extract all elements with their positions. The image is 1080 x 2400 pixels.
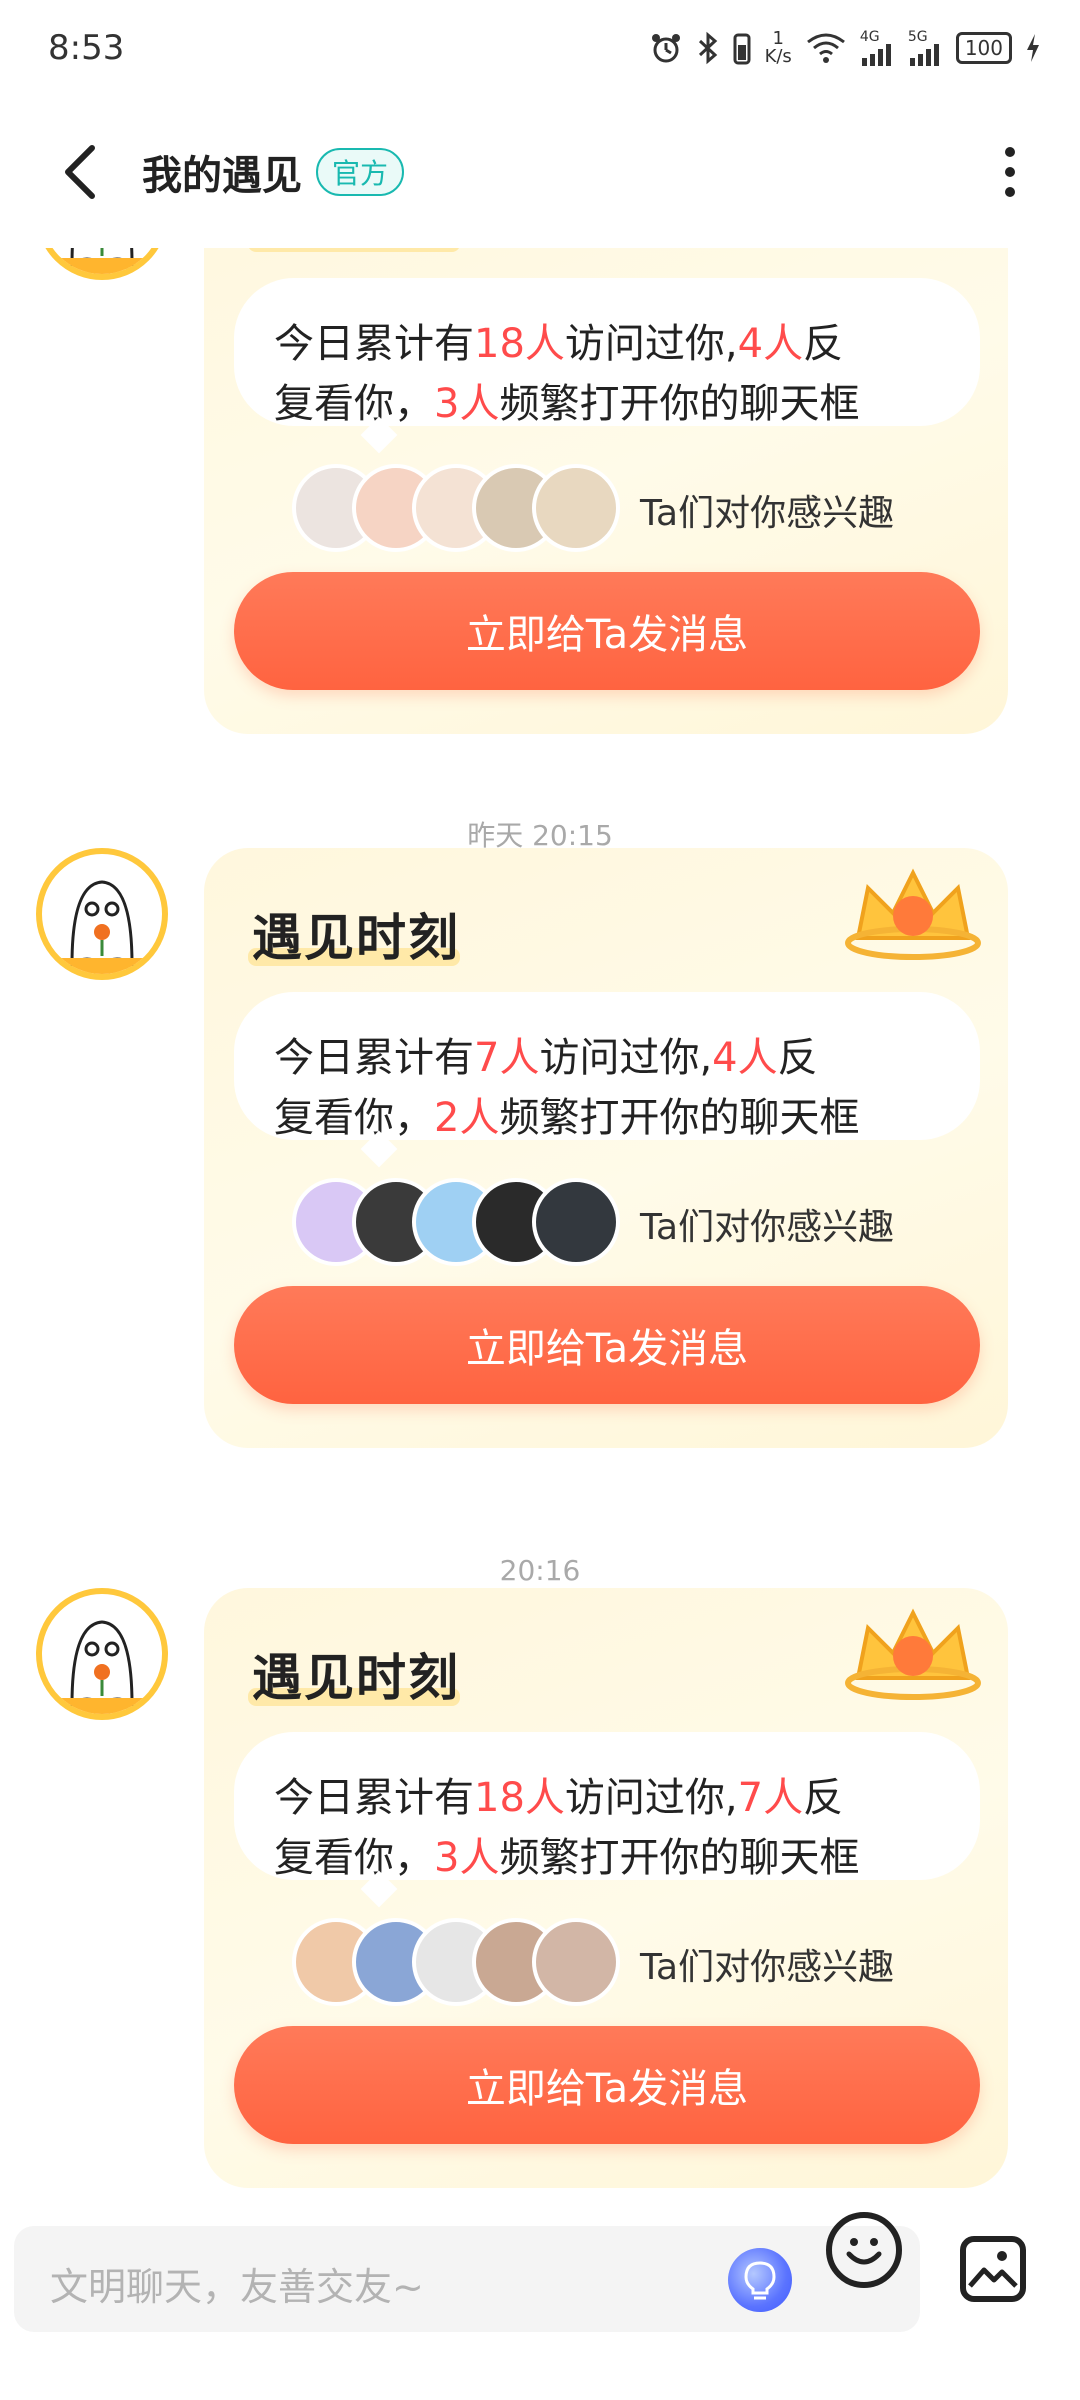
visitor-avatars[interactable] [292,1178,620,1268]
stats-text: 复看你， [274,381,434,427]
phone-battery-icon [733,28,751,68]
message-timestamp: 20:16 [499,1554,581,1587]
stats-text: 访问过你, [564,321,738,367]
smiley-icon [846,2238,882,2265]
stats-text: 今日累计有 [274,1775,474,1821]
visitor-avatars[interactable] [292,464,620,554]
status-time: 8:53 [48,28,125,68]
stats-line-1: 今日累计有18人访问过你,4人反 [274,314,946,374]
frequent-open-count: 3人 [434,1835,500,1881]
chat-header: 我的遇见 官方 [0,96,1080,248]
official-badge: 官方 [316,148,405,196]
ghost-mascot-icon [42,880,162,974]
visitor-avatar [532,464,620,552]
image-button[interactable] [960,2236,1026,2302]
chat-list[interactable]: 遇见时刻 今日累计有18人访问过你,4人反 复看你，3人频繁打开你的聊天框 Ta… [0,248,1080,2198]
stats-text: 频繁打开你的聊天框 [499,1835,860,1881]
wifi-icon [806,28,846,68]
send-message-button[interactable]: 立即给Ta发消息 [234,1286,980,1404]
visitor-count: 18人 [474,1775,565,1821]
interest-text: Ta们对你感兴趣 [640,1947,895,1988]
stats-text: 反 [777,1035,818,1081]
sender-avatar[interactable] [36,248,168,280]
visitor-avatar [532,1918,620,2006]
status-bar: 8:53 1 K/s 4G 5G 100 [0,0,1080,96]
visitor-avatars[interactable] [292,1918,620,2008]
alarm-icon [649,28,683,68]
crown-coin-icon [838,248,988,254]
back-button[interactable] [30,122,130,222]
stats-line-1: 今日累计有18人访问过你,7人反 [274,1768,946,1828]
stats-text: 频繁打开你的聊天框 [499,381,860,427]
stats-bubble: 今日累计有18人访问过你,7人反 复看你，3人频繁打开你的聊天框 [234,1732,980,1881]
sender-avatar[interactable] [36,848,168,980]
page-title: 我的遇见 [142,153,302,199]
card-title: 遇见时刻 [252,248,460,256]
battery-indicator: 100 [955,32,1012,64]
stats-text: 反 [803,1775,844,1821]
ghost-mascot-icon [42,248,162,274]
stats-bubble: 今日累计有18人访问过你,4人反 复看你，3人频繁打开你的聊天框 [234,278,980,427]
card-title: 遇见时刻 [252,909,460,967]
speed-unit: K/s [764,46,792,67]
lightbulb-ai-icon [744,2261,776,2300]
visitor-avatar [532,1178,620,1266]
signal-5g-icon: 5G [908,28,942,68]
interest-text: Ta们对你感兴趣 [640,493,895,534]
frequent-open-count: 2人 [434,1095,500,1141]
crown-coin-icon [845,868,981,960]
status-icons: 1 K/s 4G 5G 100 [649,28,1040,68]
encounter-card: 遇见时刻 今日累计有18人访问过你,4人反 复看你，3人频繁打开你的聊天框 Ta… [204,248,1008,734]
network-speed: 1 K/s [765,30,792,66]
repeat-view-count: 7人 [737,1775,804,1821]
message-input[interactable]: 文明聊天，友善交友~ [14,2226,920,2332]
image-icon [968,2251,1018,2288]
stats-text: 复看你， [274,1835,434,1881]
stats-line-1: 今日累计有7人访问过你,4人反 [274,1028,946,1088]
interest-text: Ta们对你感兴趣 [640,1207,895,1248]
bluetooth-icon [697,28,719,68]
stats-text: 今日累计有 [274,321,474,367]
send-message-button[interactable]: 立即给Ta发消息 [234,572,980,690]
card-title: 遇见时刻 [252,1649,460,1707]
sender-avatar[interactable] [36,1588,168,1720]
ai-assistant-button[interactable] [728,2248,792,2312]
stats-text: 反 [803,321,844,367]
signal-4g-icon: 4G [860,28,894,68]
charging-icon [1026,28,1040,68]
ghost-mascot-icon [42,1620,162,1714]
more-vertical-icon [1005,147,1015,197]
stats-text: 复看你， [274,1095,434,1141]
stats-text: 访问过你, [539,1035,713,1081]
repeat-view-count: 4人 [712,1035,778,1081]
net-5g-label: 5G [907,29,928,45]
visitor-count: 18人 [474,321,565,367]
stats-text: 频繁打开你的聊天框 [499,1095,860,1141]
input-bar: 文明聊天，友善交友~ [0,2198,1080,2400]
input-placeholder: 文明聊天，友善交友~ [50,2265,424,2309]
encounter-card: 遇见时刻 今日累计有18人访问过你,7人反 复看你，3人频繁打开你的聊天框 Ta… [204,1588,1008,2188]
frequent-open-count: 3人 [434,381,500,427]
stats-bubble: 今日累计有7人访问过你,4人反 复看你，2人频繁打开你的聊天框 [234,992,980,1141]
emoji-button[interactable] [826,2212,902,2288]
send-message-button[interactable]: 立即给Ta发消息 [234,2026,980,2144]
encounter-card: 遇见时刻 今日累计有7人访问过你,4人反 复看你，2人频繁打开你的聊天框 Ta们… [204,848,1008,1448]
back-arrow-icon [65,145,95,199]
repeat-view-count: 4人 [737,321,804,367]
crown-coin-icon [845,1608,981,1700]
stats-text: 访问过你, [564,1775,738,1821]
more-options-button[interactable] [960,122,1060,222]
net-4g-label: 4G [859,29,880,45]
visitor-count: 7人 [474,1035,540,1081]
stats-text: 今日累计有 [274,1035,474,1081]
